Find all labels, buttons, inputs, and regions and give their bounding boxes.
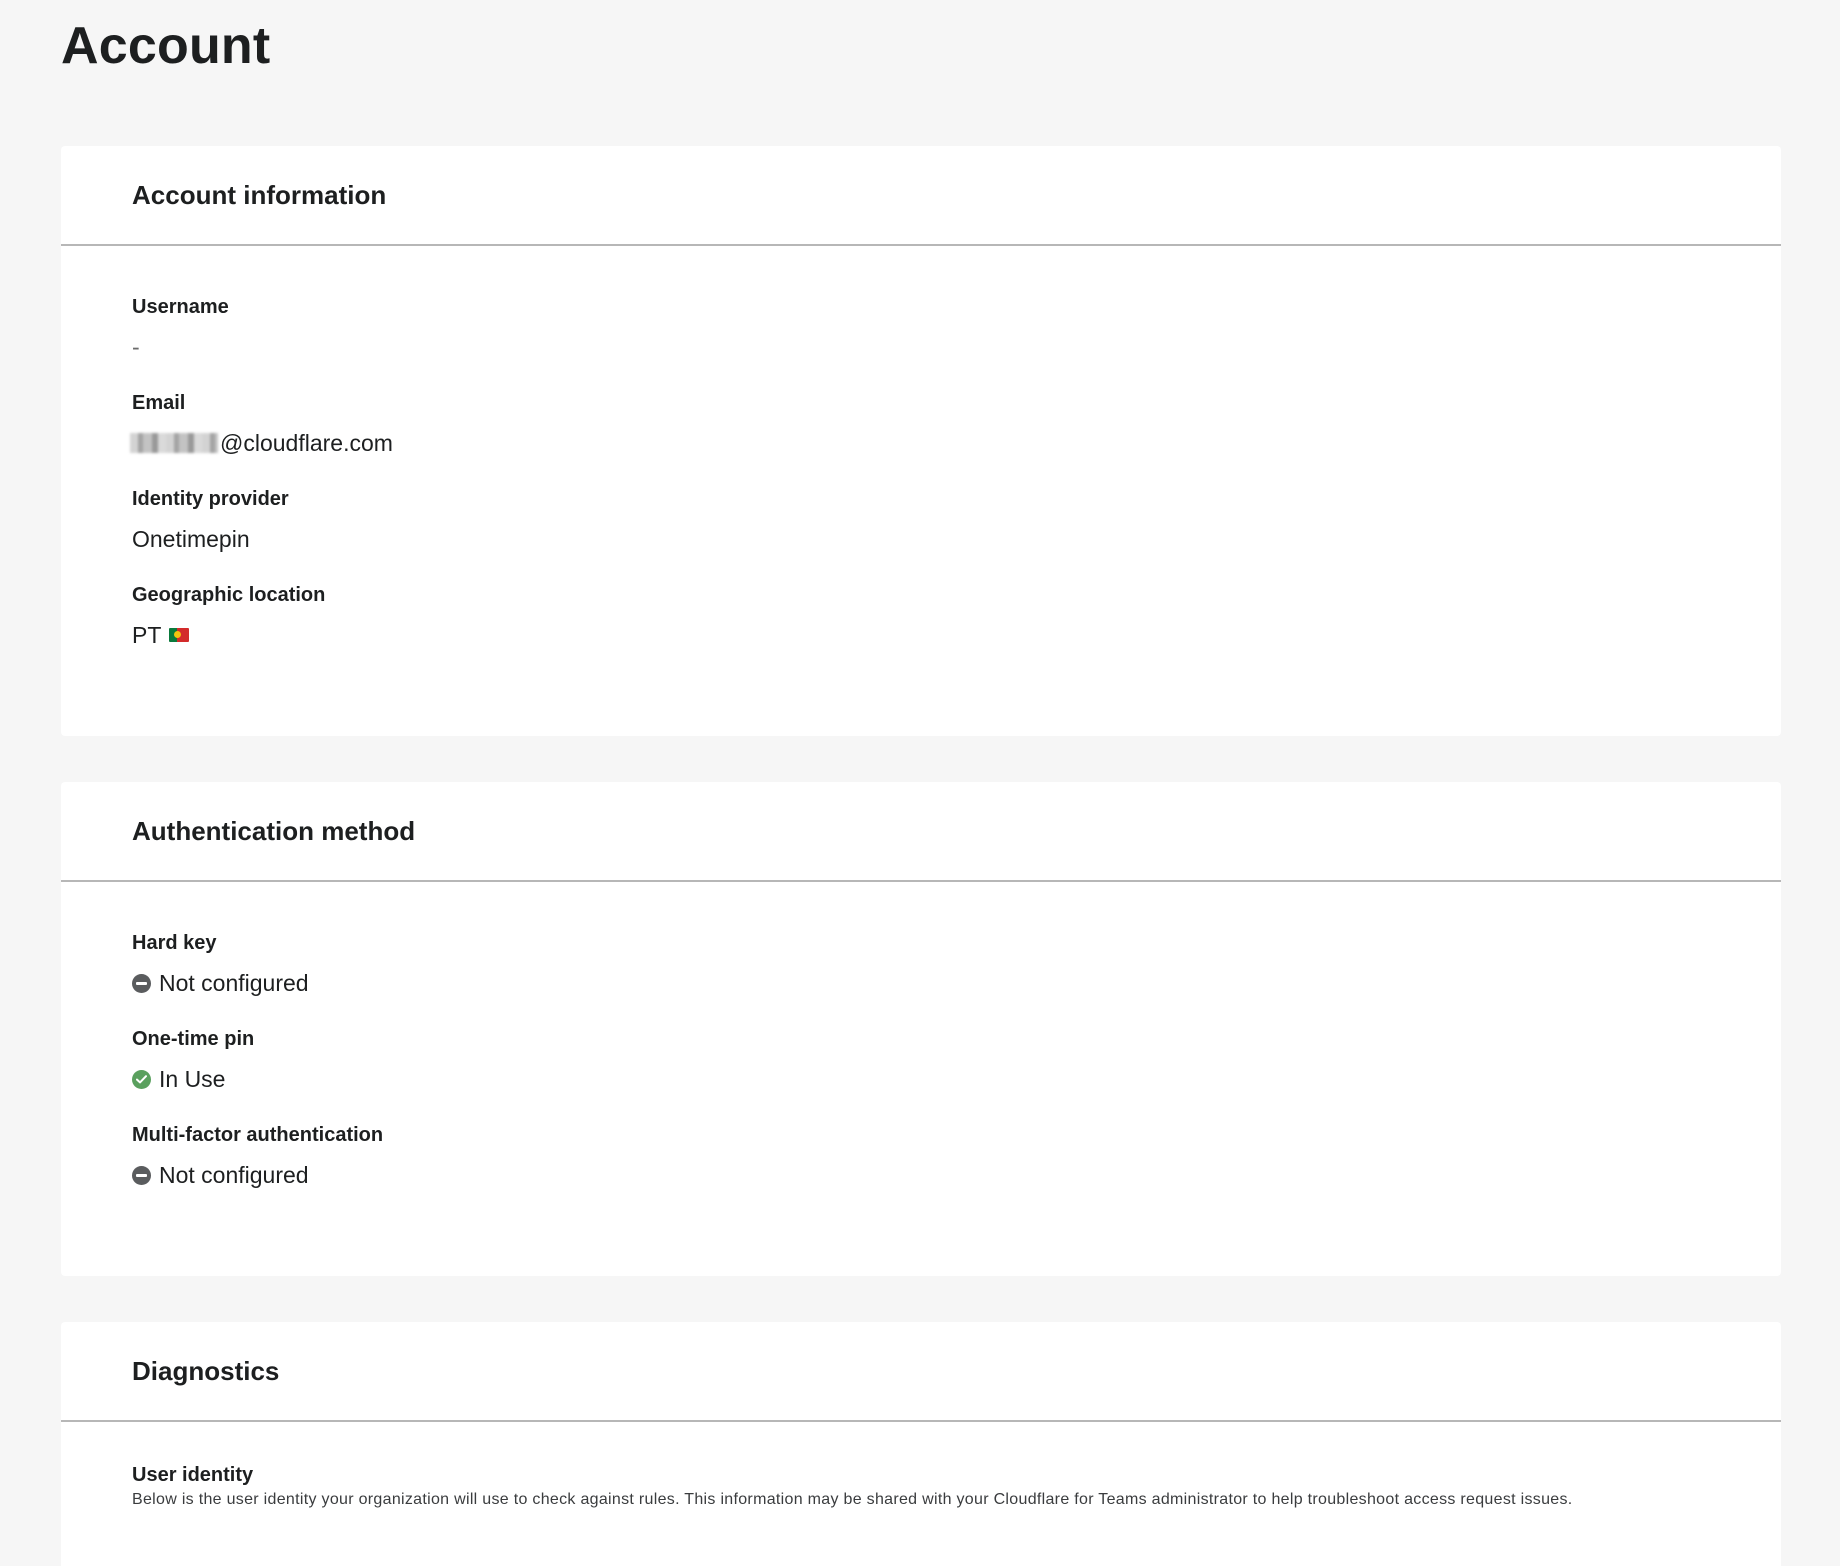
email-field: Email @cloudflare.com: [130, 390, 1781, 458]
user-identity-description: Below is the user identity your organiza…: [132, 1491, 1573, 1508]
authentication-method-title: Authentication method: [132, 816, 416, 846]
hard-key-status: Not configured: [159, 970, 309, 996]
card-header: Account information: [61, 146, 1781, 246]
hard-key-label: Hard key: [132, 932, 217, 954]
diagnostics-title: Diagnostics: [132, 1356, 280, 1386]
mfa-label: Multi-factor authentication: [132, 1124, 384, 1146]
account-information-card: Account information Username - Email @cl…: [61, 146, 1781, 736]
mfa-field: Multi-factor authentication Not configur…: [132, 1122, 1781, 1190]
one-time-pin-field: One-time pin In Use: [132, 1026, 1781, 1094]
hard-key-field: Hard key Not configured: [132, 930, 1781, 998]
authentication-method-body: Hard key Not configured One-time pin In …: [61, 882, 1781, 1190]
email-value: @cloudflare.com: [220, 430, 393, 456]
geographic-location-value: PT: [132, 622, 162, 648]
portugal-flag-icon: [169, 628, 190, 642]
mfa-status-row: Not configured: [132, 1160, 1781, 1190]
username-label: Username: [132, 296, 229, 318]
one-time-pin-status-row: In Use: [132, 1064, 1781, 1094]
username-value: -: [132, 334, 140, 360]
username-field: Username -: [132, 294, 1781, 362]
check-circle-icon: [132, 1069, 151, 1089]
mfa-status: Not configured: [159, 1162, 309, 1188]
identity-provider-label: Identity provider: [132, 488, 289, 510]
hard-key-status-row: Not configured: [132, 968, 1781, 998]
identity-provider-field: Identity provider Onetimepin: [132, 486, 1781, 554]
account-page: Account Account information Username - E…: [0, 0, 1840, 1566]
page-title: Account: [61, 17, 271, 75]
minus-circle-icon: [132, 973, 151, 993]
email-value-row: @cloudflare.com: [130, 428, 1781, 458]
diagnostics-body: User identity Below is the user identity…: [61, 1422, 1781, 1509]
card-header: Diagnostics: [61, 1322, 1781, 1422]
geographic-location-label: Geographic location: [132, 584, 326, 606]
minus-circle-icon: [132, 1165, 151, 1185]
account-information-body: Username - Email @cloudflare.com Identit…: [61, 246, 1781, 650]
geographic-location-field: Geographic location PT: [132, 582, 1781, 650]
user-identity-label: User identity: [132, 1464, 254, 1486]
identity-provider-value: Onetimepin: [132, 526, 250, 552]
authentication-method-card: Authentication method Hard key Not confi…: [61, 782, 1781, 1276]
account-information-title: Account information: [132, 180, 387, 210]
card-header: Authentication method: [61, 782, 1781, 882]
email-label: Email: [132, 392, 186, 414]
one-time-pin-label: One-time pin: [132, 1028, 255, 1050]
one-time-pin-status: In Use: [159, 1066, 226, 1092]
redacted-email-user: [130, 433, 218, 453]
geographic-location-row: PT: [132, 620, 1781, 650]
user-identity-field: User identity Below is the user identity…: [132, 1462, 1781, 1509]
diagnostics-card: Diagnostics User identity Below is the u…: [61, 1322, 1781, 1566]
